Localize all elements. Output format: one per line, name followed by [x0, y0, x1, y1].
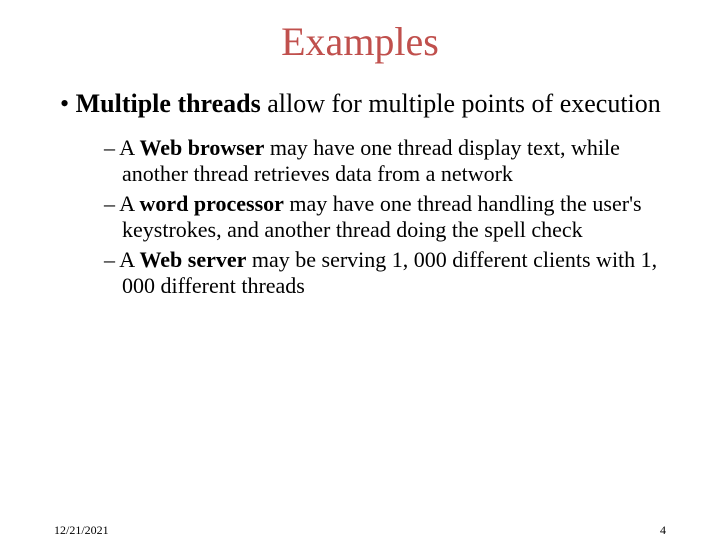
sub3-pre: A	[119, 247, 139, 272]
sub1-pre: A	[119, 135, 139, 160]
sub-bullet-3: A Web server may be serving 1, 000 diffe…	[104, 247, 670, 299]
slide: Examples Multiple threads allow for mult…	[0, 18, 720, 558]
sub2-pre: A	[119, 191, 139, 216]
sub-bullet-1: A Web browser may have one thread displa…	[104, 135, 670, 187]
sub-bullet-2: A word processor may have one thread han…	[104, 191, 670, 243]
bullet-main-bold: Multiple threads	[76, 89, 261, 118]
sub-bullet-list: A Web browser may have one thread displa…	[50, 135, 670, 299]
sub2-bold: word processor	[139, 191, 283, 216]
bullet-main-rest: allow for multiple points of execution	[261, 89, 661, 118]
footer-page-number: 4	[660, 523, 666, 538]
slide-body: Multiple threads allow for multiple poin…	[0, 89, 720, 299]
sub1-bold: Web browser	[139, 135, 264, 160]
slide-title: Examples	[0, 18, 720, 65]
slide-footer: 12/21/2021 4	[0, 523, 720, 538]
bullet-main: Multiple threads allow for multiple poin…	[50, 89, 670, 119]
footer-date: 12/21/2021	[54, 523, 109, 538]
sub3-bold: Web server	[139, 247, 246, 272]
